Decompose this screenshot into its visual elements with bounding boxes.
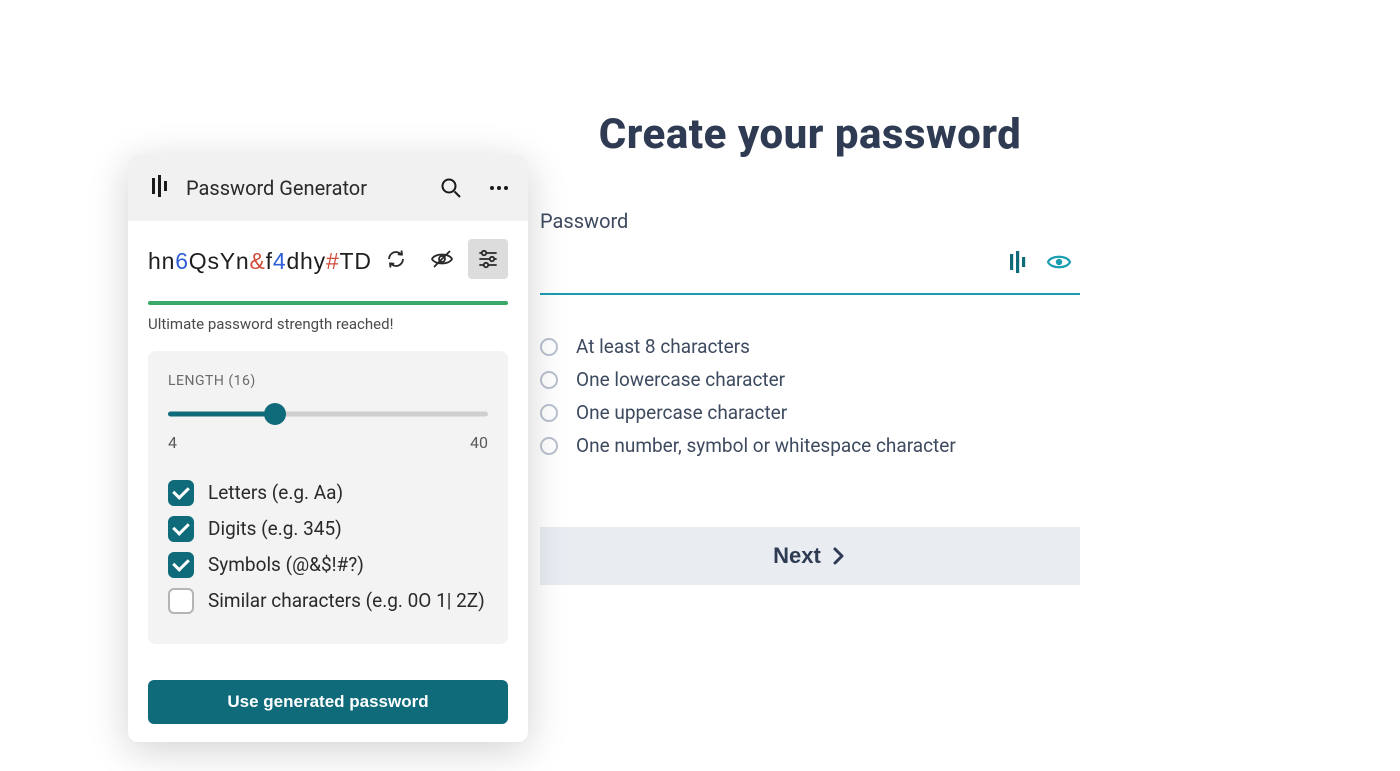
dashlane-logo-icon <box>150 174 170 202</box>
requirement-text: At least 8 characters <box>576 335 750 358</box>
password-requirements: At least 8 characters One lowercase char… <box>540 335 1080 457</box>
option-row: Similar characters (e.g. 0O 1| 2Z) <box>168 588 488 614</box>
option-label: Similar characters (e.g. 0O 1| 2Z) <box>208 588 485 614</box>
hide-password-icon[interactable] <box>422 239 462 279</box>
requirement-status-icon <box>540 404 558 422</box>
requirement-item: One uppercase character <box>540 401 1080 424</box>
page-title: Create your password <box>540 110 1080 159</box>
option-label: Letters (e.g. Aa) <box>208 480 343 506</box>
create-password-form: Create your password Password At least 8… <box>540 110 1080 585</box>
settings-icon[interactable] <box>468 239 508 279</box>
option-checkbox[interactable] <box>168 588 194 614</box>
strength-indicator <box>148 301 508 305</box>
generated-password: hn6QsYn&f4dhy#TD <box>148 243 372 281</box>
option-checkbox[interactable] <box>168 516 194 542</box>
option-label: Digits (e.g. 345) <box>208 516 342 542</box>
requirement-text: One number, symbol or whitespace charact… <box>576 434 956 457</box>
password-generator-popup: Password Generator hn6QsYn&f4dhy#TD <box>128 155 528 742</box>
chevron-right-icon <box>831 546 847 566</box>
option-label: Symbols (@&$!#?) <box>208 552 364 578</box>
length-value: 16 <box>234 373 251 389</box>
use-generated-password-button[interactable]: Use generated password <box>148 680 508 724</box>
slider-thumb[interactable] <box>264 403 286 425</box>
option-checkbox[interactable] <box>168 552 194 578</box>
popup-body: hn6QsYn&f4dhy#TD Ultimate password stren… <box>128 221 528 662</box>
requirement-item: At least 8 characters <box>540 335 1080 358</box>
requirement-status-icon <box>540 371 558 389</box>
password-field-label: Password <box>540 209 1080 233</box>
regenerate-icon[interactable] <box>376 239 416 279</box>
requirement-status-icon <box>540 338 558 356</box>
requirement-status-icon <box>540 437 558 455</box>
requirement-text: One uppercase character <box>576 401 787 424</box>
option-row: Symbols (@&$!#?) <box>168 552 488 578</box>
length-label: LENGTH (16) <box>168 373 488 389</box>
length-slider[interactable] <box>168 403 488 425</box>
password-field <box>540 241 1080 295</box>
strength-text: Ultimate password strength reached! <box>148 315 508 333</box>
popup-title: Password Generator <box>186 176 424 200</box>
show-password-icon[interactable] <box>1046 252 1072 276</box>
length-label-prefix: LENGTH <box>168 373 224 389</box>
password-input[interactable] <box>540 241 1008 293</box>
option-row: Digits (e.g. 345) <box>168 516 488 542</box>
requirement-text: One lowercase character <box>576 368 785 391</box>
requirement-item: One lowercase character <box>540 368 1080 391</box>
length-min: 4 <box>168 433 177 452</box>
generator-settings: LENGTH (16) 4 40 Letters (e.g. Aa) Digits… <box>148 351 508 644</box>
option-checkbox[interactable] <box>168 480 194 506</box>
next-button-label: Next <box>773 543 821 569</box>
dashlane-fill-icon[interactable] <box>1008 251 1028 277</box>
option-row: Letters (e.g. Aa) <box>168 480 488 506</box>
more-options-icon[interactable] <box>488 177 510 199</box>
option-list: Letters (e.g. Aa) Digits (e.g. 345) Symbol… <box>168 480 488 614</box>
next-button[interactable]: Next <box>540 527 1080 585</box>
length-max: 40 <box>470 433 488 452</box>
search-icon[interactable] <box>440 177 462 199</box>
popup-header: Password Generator <box>128 155 528 221</box>
requirement-item: One number, symbol or whitespace charact… <box>540 434 1080 457</box>
